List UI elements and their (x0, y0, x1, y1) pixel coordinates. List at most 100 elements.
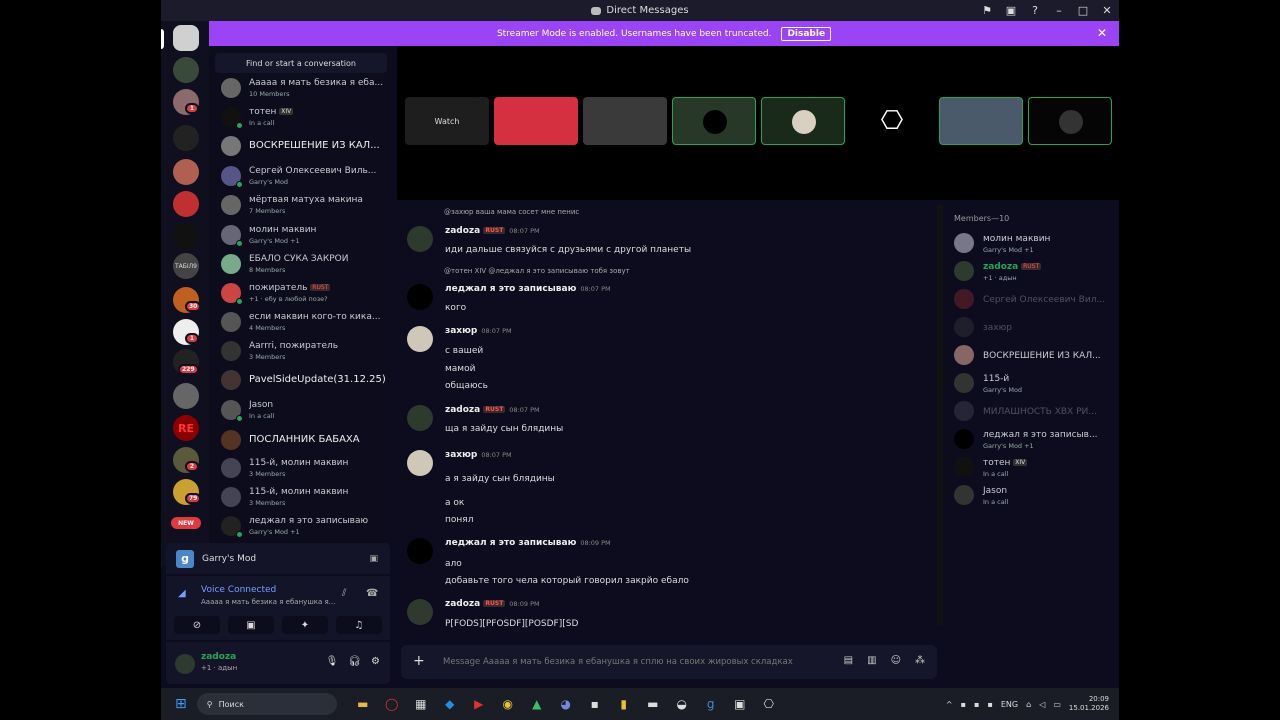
help-icon[interactable]: ? (1023, 4, 1047, 17)
dm-item[interactable]: 115-й, молин маквин 3 Members (219, 483, 391, 511)
emoji-icon[interactable]: ☺ (891, 655, 901, 666)
reply-preview[interactable]: @тотен XIV @леджал я это записываю тобя … (444, 267, 630, 275)
participant-tile[interactable] (939, 97, 1023, 145)
dm-item[interactable]: ПОСЛАННИК БАБАХА (219, 426, 391, 454)
store-icon[interactable]: ▦ (409, 694, 433, 714)
member-item[interactable]: Сергей Олексеевич Вил... (954, 286, 1114, 312)
member-item[interactable]: захюр (954, 314, 1114, 340)
settings-gear-icon[interactable]: ⚙ (371, 656, 380, 667)
close-button[interactable]: ✕ (1095, 4, 1119, 17)
activity-panel[interactable]: g Garry's Mod ▣ (166, 543, 390, 574)
tray-app-icon[interactable]: ▪ (961, 700, 966, 709)
dm-item[interactable]: пожиратель RUST +1 · ебу в любой позе? (219, 279, 391, 307)
battery-icon[interactable]: ▭ (1053, 700, 1061, 709)
member-item[interactable]: Jason In a call (954, 482, 1114, 508)
gift-icon[interactable]: ▤ (844, 655, 853, 666)
screen-share-icon[interactable]: ▣ (369, 554, 378, 564)
screen-share-button[interactable]: ▣ (228, 616, 274, 634)
member-item[interactable]: молин маквин Garry's Mod +1 (954, 230, 1114, 256)
attach-plus-icon[interactable]: + (413, 653, 425, 669)
voice-status[interactable]: Voice Connected (201, 585, 276, 595)
dm-item[interactable]: ЕБАЛО СУКА ЗАКРОЙ 8 Members (219, 250, 391, 278)
app-icon[interactable]: ▬ (641, 694, 665, 714)
soundboard-button[interactable]: ♫ (336, 616, 382, 634)
steam-icon[interactable]: ◒ (670, 694, 694, 714)
maximize-button[interactable]: □ (1071, 4, 1095, 17)
microphone-icon[interactable]: 🎙︎ (326, 656, 339, 667)
vscode-icon[interactable]: ◆ (438, 694, 462, 714)
garrys-mod-taskbar-icon[interactable]: g (699, 694, 723, 714)
discord-taskbar-icon[interactable]: ◕ (554, 694, 578, 714)
clock[interactable]: 20:09 15.01.2026 (1069, 695, 1109, 713)
close-icon[interactable]: ✕ (1097, 26, 1107, 40)
inbox-icon[interactable]: ▣ (999, 4, 1023, 17)
app-icon[interactable]: ▮ (612, 694, 636, 714)
message-avatar[interactable] (407, 538, 433, 564)
dm-item[interactable]: Jason In a call (219, 396, 391, 424)
disconnect-icon[interactable]: ☎ (366, 588, 378, 599)
message-avatar[interactable] (407, 405, 433, 431)
activities-button[interactable]: ✦ (282, 616, 328, 634)
language-indicator[interactable]: ENG (1001, 700, 1018, 709)
server-icon[interactable]: ТАБІЛ9 (173, 253, 199, 279)
member-item[interactable]: zadoza RUST +1 · адын (954, 258, 1114, 284)
server-icon[interactable] (173, 57, 199, 83)
app-icon[interactable]: ▲ (525, 694, 549, 714)
member-item[interactable]: тотен XIV In a call (954, 454, 1114, 480)
dm-item[interactable]: если маквин кого-то кика... 4 Members (219, 308, 391, 336)
message-author[interactable]: захюр 08:07 PM (445, 326, 512, 336)
minimize-button[interactable]: – (1047, 4, 1071, 17)
chatgpt-icon[interactable]: ⎔ (757, 694, 781, 714)
message-input[interactable]: Message Ааааа я мать безика я ебанушка я… (443, 657, 823, 667)
opera-icon[interactable]: ◯ (380, 694, 404, 714)
home-button[interactable] (173, 25, 199, 51)
watch-tile[interactable]: Watch (405, 97, 489, 145)
dm-item[interactable]: PavelSideUpdate(31.12.25) (219, 366, 391, 394)
message-author[interactable]: zadoza RUST 08:07 PM (445, 405, 540, 415)
find-conversation-button[interactable]: Find or start a conversation (215, 53, 387, 73)
message-author[interactable]: zadoza RUST 08:07 PM (445, 226, 540, 236)
user-name[interactable]: zadoza (201, 652, 236, 662)
participant-tile[interactable] (494, 97, 578, 145)
dm-item[interactable]: Aarrri, пожиратель 3 Members (219, 337, 391, 365)
youtube-icon[interactable]: ▶ (467, 694, 491, 714)
flag-icon[interactable]: ⚑ (975, 4, 999, 17)
user-avatar[interactable] (175, 654, 195, 674)
voice-channel[interactable]: Ааааа я мать безика я ебанушка я... (201, 598, 335, 606)
message-avatar[interactable] (407, 326, 433, 352)
dm-item[interactable]: 115-й, молин маквин 3 Members (219, 454, 391, 482)
participant-tile[interactable] (583, 97, 667, 145)
tray-app-icon[interactable]: ▪ (974, 700, 979, 709)
tray-chevron-icon[interactable]: ^ (946, 700, 953, 709)
volume-icon[interactable]: ◁ (1039, 700, 1045, 709)
reply-preview[interactable]: @захюр ваша мама сосет мне пенис (444, 208, 579, 216)
member-item[interactable]: МИЛАШНОСТЬ XBX РИ... (954, 398, 1114, 424)
server-icon[interactable] (173, 159, 199, 185)
dm-item[interactable]: молин маквин Garry's Mod +1 (219, 221, 391, 249)
participant-tile[interactable]: ⎔ (850, 97, 934, 145)
tray-app-icon[interactable]: ▪ (987, 700, 992, 709)
dm-item[interactable]: ВОСКРЕШЕНИЕ ИЗ КАЛ... (219, 132, 391, 160)
message-avatar[interactable] (407, 450, 433, 476)
dm-item[interactable]: леджал я это записываю Garry's Mod +1 (219, 512, 391, 540)
chrome-icon[interactable]: ◉ (496, 694, 520, 714)
member-item[interactable]: леджал я это записыв... Garry's Mod +1 (954, 426, 1114, 452)
participant-tile[interactable] (672, 97, 756, 145)
headphones-icon[interactable]: 🎧︎ (348, 656, 361, 667)
gif-icon[interactable]: ▥ (867, 655, 876, 666)
server-icon[interactable] (173, 383, 199, 409)
disable-button[interactable]: Disable (781, 26, 832, 41)
file-explorer-icon[interactable]: ▬ (351, 694, 375, 714)
taskbar-search[interactable]: ⚲ Поиск (196, 693, 337, 715)
message-author[interactable]: леджал я это записываю 08:07 PM (445, 284, 611, 294)
message-avatar[interactable] (407, 284, 433, 310)
participant-tile[interactable] (1028, 97, 1112, 145)
message-author[interactable]: захюр 08:07 PM (445, 450, 512, 460)
message-avatar[interactable] (407, 599, 433, 625)
windows-start-icon[interactable]: ⊞ (175, 696, 187, 712)
message-author[interactable]: леджал я это записываю 08:09 PM (445, 538, 611, 548)
network-icon[interactable]: ⌂ (1026, 700, 1031, 709)
member-item[interactable]: 115-й Garry's Mod (954, 370, 1114, 396)
dm-item[interactable]: Ааааа я мать безика я еба... 10 Members (219, 74, 391, 102)
noise-suppression-icon[interactable]: ⫽ (342, 588, 346, 599)
